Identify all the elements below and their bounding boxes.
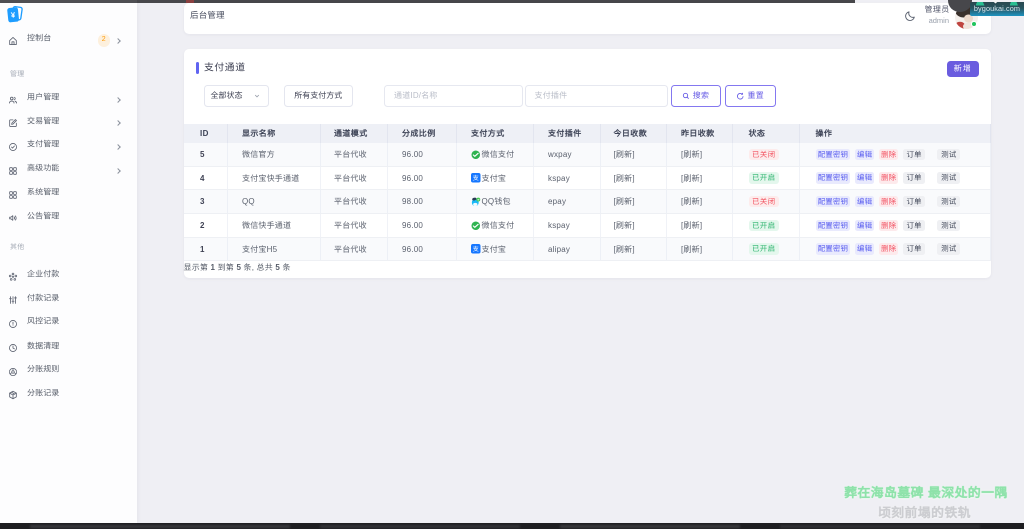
svg-text:支: 支 xyxy=(473,245,479,254)
svg-text:支: 支 xyxy=(473,173,479,182)
